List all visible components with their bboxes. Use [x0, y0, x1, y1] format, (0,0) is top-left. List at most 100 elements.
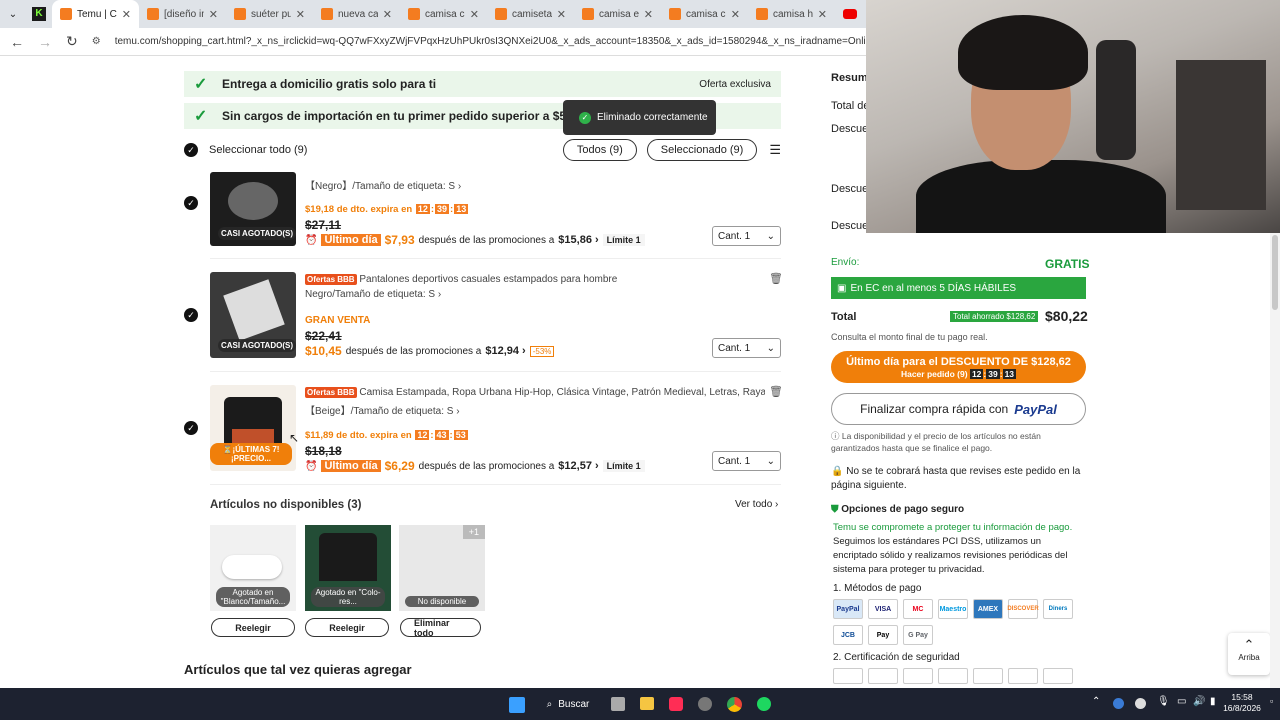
tab-item[interactable]: suéter pun✕ — [226, 0, 313, 28]
unavailable-card-image[interactable]: Agotado en "Blanco/Tamaño... — [210, 525, 296, 611]
maestro-icon: Maestro — [938, 599, 968, 619]
app-logo-icon[interactable]: K — [26, 7, 52, 21]
filter-all-button[interactable]: Todos (9) — [562, 139, 637, 161]
close-tab-icon[interactable]: ✕ — [209, 8, 218, 21]
volume-icon[interactable]: 🔊 — [1193, 696, 1205, 707]
unavailable-title: Artículos no disponibles (3) — [210, 499, 362, 511]
paypal-icon: PayPal — [833, 599, 863, 619]
item-checkbox[interactable]: ✓ — [184, 196, 198, 210]
removed-toast: ✓ Eliminado correctamente — [563, 100, 716, 135]
microphone-icon[interactable]: 🎙 — [1157, 696, 1170, 707]
quantity-select[interactable]: Cant. 1 ⌄ — [712, 226, 781, 246]
reselect-button[interactable]: Reelegir — [305, 618, 389, 637]
promo-price-link[interactable]: $12,94 › — [485, 345, 525, 357]
quantity-select[interactable]: Cant. 1 ⌄ — [712, 338, 781, 358]
promo-price-link[interactable]: $12,57 › — [558, 460, 598, 472]
payment-methods-row: JCB Pay G Pay — [833, 625, 933, 645]
tab-temu-cart[interactable]: Temu | Car✕ — [52, 0, 139, 28]
tray-app-icon[interactable] — [1113, 698, 1124, 709]
tab-item[interactable]: [diseño im✕ — [139, 0, 226, 28]
file-explorer-icon[interactable] — [640, 697, 654, 710]
chrome-icon[interactable] — [727, 697, 742, 712]
reselect-button[interactable]: Reelegir — [211, 618, 295, 637]
trash-icon[interactable]: 🗑 — [769, 385, 783, 398]
youtube-tab-icon[interactable] — [835, 9, 865, 19]
item-checkbox[interactable]: ✓ — [184, 421, 198, 435]
secure-payment-title: ⛊ Opciones de pago seguro — [831, 504, 965, 515]
select-all-checkbox[interactable]: ✓ — [184, 143, 198, 157]
network-icon[interactable]: ▭ — [1177, 696, 1186, 707]
tab-item[interactable]: nueva cam✕ — [313, 0, 400, 28]
close-tab-icon[interactable]: ✕ — [296, 8, 305, 21]
product-title[interactable]: Pantalones deportivos casuales estampado… — [359, 274, 617, 285]
close-tab-icon[interactable]: ✕ — [731, 8, 740, 21]
reload-icon[interactable]: ↻ — [66, 33, 78, 50]
item-checkbox[interactable]: ✓ — [184, 308, 198, 322]
discover-icon: DISCOVER — [1007, 599, 1039, 619]
remove-all-button[interactable]: Eliminar todo — [400, 618, 481, 638]
variant-selector[interactable]: 【Negro】/Tamaño de etiqueta: S › — [305, 177, 775, 192]
chevron-down-icon: ⌄ — [766, 230, 775, 242]
tab-item[interactable]: camisa cue✕ — [661, 0, 748, 28]
filter-selected-button[interactable]: Seleccionado (9) — [646, 139, 758, 161]
site-settings-icon[interactable]: ⚙ — [92, 36, 101, 47]
tab-item[interactable]: camisa est✕ — [574, 0, 661, 28]
close-tab-icon[interactable]: ✕ — [557, 8, 566, 21]
close-tab-icon[interactable]: ✕ — [470, 8, 479, 21]
tab-item[interactable]: camisa hor✕ — [748, 0, 835, 28]
notifications-icon[interactable]: ▫ — [1270, 696, 1273, 706]
clock[interactable]: 15:58 16/8/2026 — [1222, 692, 1262, 714]
battery-icon[interactable]: ▮ — [1210, 696, 1216, 707]
cert-icon — [868, 668, 898, 684]
see-all-link[interactable]: Ver todo › — [735, 499, 778, 510]
divider — [210, 371, 781, 372]
close-tab-icon[interactable]: ✕ — [644, 8, 653, 21]
product-image[interactable]: CASI AGOTADO(S) — [210, 272, 296, 358]
unavailable-card-image[interactable]: +1 No disponible — [399, 525, 485, 611]
promo-price-link[interactable]: $15,86 › — [558, 234, 598, 246]
amex-icon: AMEX — [973, 599, 1003, 619]
windows-start-icon[interactable] — [509, 697, 525, 713]
close-tab-icon[interactable]: ✕ — [383, 8, 392, 21]
quantity-select[interactable]: Cant. 1 ⌄ — [712, 451, 781, 471]
variant-selector[interactable]: Negro/Tamaño de etiqueta: S › — [305, 289, 775, 300]
select-all-label[interactable]: Seleccionar todo (9) — [209, 144, 307, 156]
item-info: Ofertas BBB Pantalones deportivos casual… — [305, 274, 775, 358]
close-tab-icon[interactable]: ✕ — [122, 8, 131, 21]
check-icon: ✓ — [194, 108, 208, 125]
product-title[interactable]: Camisa Estampada, Ropa Urbana Hip-Hop, C… — [359, 387, 765, 398]
total-value: $80,22 — [1045, 308, 1088, 324]
shipping-value: GRATIS — [1045, 257, 1090, 271]
taskbar-search[interactable]: ⌕ Buscar — [538, 693, 598, 715]
tab-item[interactable]: camisa cas✕ — [400, 0, 487, 28]
google-pay-icon: G Pay — [903, 625, 933, 645]
check-icon: ✓ — [194, 76, 208, 93]
paypal-checkout-button[interactable]: Finalizar compra rápida con PayPal — [831, 393, 1086, 425]
close-tab-icon[interactable]: ✕ — [818, 8, 827, 21]
scrollbar-thumb[interactable] — [1272, 235, 1278, 310]
temu-favicon-icon — [582, 8, 594, 20]
tab-menu-icon[interactable]: ⌄ — [0, 9, 26, 20]
variant-selector[interactable]: 【Beige】/Tamaño de etiqueta: S › — [305, 402, 765, 417]
tab-item[interactable]: camiseta h✕ — [487, 0, 574, 28]
product-image[interactable]: CASI AGOTADO(S) — [210, 172, 296, 246]
app-icon[interactable] — [698, 697, 712, 711]
search-icon: ⌕ — [546, 698, 553, 710]
list-view-icon[interactable]: ☰ — [769, 142, 781, 158]
task-view-icon[interactable] — [611, 697, 625, 711]
forward-icon[interactable]: → — [38, 34, 52, 50]
back-icon[interactable]: ← — [10, 34, 24, 50]
tray-app-icon[interactable] — [1135, 698, 1146, 709]
trash-icon[interactable]: 🗑 — [769, 272, 783, 285]
spotify-icon[interactable] — [757, 697, 771, 711]
tray-chevron-icon[interactable]: ⌃ — [1092, 696, 1100, 707]
back-to-top-button[interactable]: ⌃ Arriba — [1228, 633, 1270, 675]
checkout-button[interactable]: Último día para el DESCUENTO DE $128,62 … — [831, 351, 1086, 383]
apple-pay-icon: Pay — [868, 625, 898, 645]
original-price: $18,18 — [305, 444, 342, 458]
shipping-eta-banner: ▣ En EC en al menos 5 DÍAS HÁBILES — [831, 277, 1086, 299]
select-all-row: ✓ Seleccionar todo (9) Todos (9) Selecci… — [184, 138, 781, 162]
tiktok-icon[interactable] — [669, 697, 683, 711]
product-image[interactable]: ⏳¡ÚLTIMAS 7! ¡PRECIO... — [210, 385, 296, 471]
unavailable-card-image[interactable]: Agotado en "Colo-res... — [305, 525, 391, 611]
